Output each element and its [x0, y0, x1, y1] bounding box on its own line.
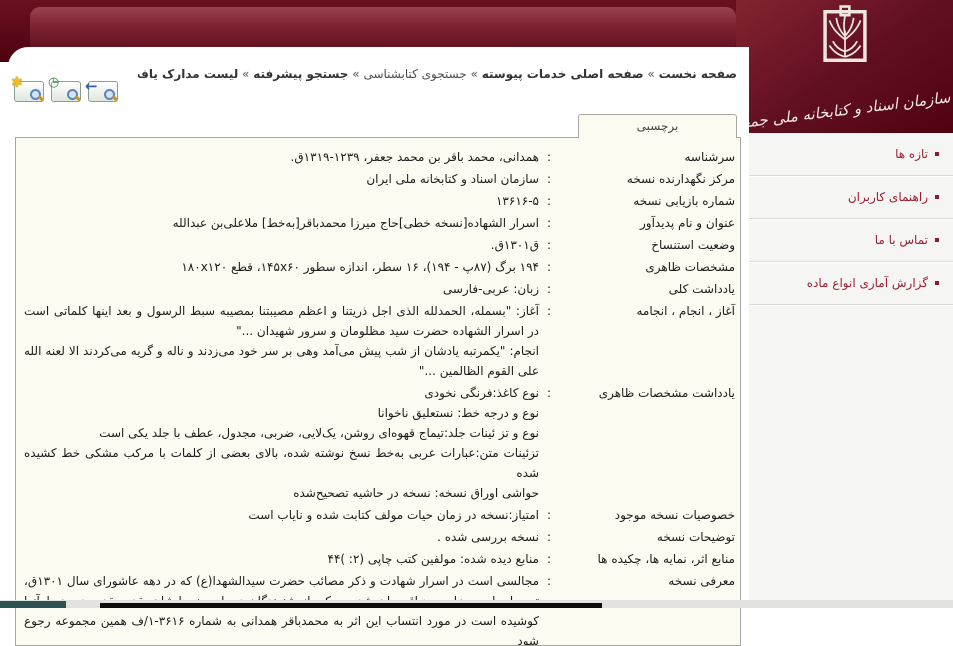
sidebar-item[interactable]: تازه ها [749, 133, 953, 176]
field-colon: : [546, 172, 552, 186]
field-value: همدانی، محمد باقر بن محمد جعفر، ۱۲۳۹-۱۳۱… [290, 150, 539, 164]
field-value: نوع کاغذ:فرنگی نخودی نوع و درجه خط: نستع… [24, 386, 539, 500]
magnifier-icon [67, 89, 78, 100]
field-label: عنوان و نام پدیدآور [640, 216, 735, 230]
magnifier-icon [30, 89, 41, 100]
record-row: خصوصیات نسخه موجود: امتیاز:نسخه در زمان ح… [22, 504, 737, 526]
breadcrumb-separator: » [238, 67, 254, 81]
field-colon: : [546, 304, 552, 318]
breadcrumb-item[interactable]: جستجوی کتابشناسی [363, 67, 466, 81]
back-arrow-icon: ← [85, 77, 98, 95]
breadcrumb-separator: » [348, 67, 364, 81]
new-search-button[interactable]: ✱ [11, 76, 44, 102]
record-table-body: سرشناسه: همدانی، محمد باقر بن محمد جعفر، … [22, 146, 737, 646]
field-value: سازمان اسناد و کتابخانه ملی ایران [366, 172, 539, 186]
field-label: منابع اثر، نمایه ها، چکیده ها [597, 552, 735, 566]
field-value: ۱۳۶۱۶-۵ [495, 194, 539, 208]
magnifier-icon [104, 89, 115, 100]
field-colon: : [546, 552, 552, 566]
tab-labeled-view[interactable]: برچسبی [578, 114, 737, 138]
sidebar-item[interactable]: تماس با ما [749, 219, 953, 262]
record-row: سرشناسه: همدانی، محمد باقر بن محمد جعفر، … [22, 146, 737, 168]
field-value: زبان: عربی-فارسی [442, 282, 539, 296]
field-label: خصوصیات نسخه موجود [614, 508, 735, 522]
field-colon: : [546, 150, 552, 164]
field-label: توضیحات نسخه [656, 530, 735, 544]
content-panel: صفحه نخست » صفحه اصلی خدمات پیوسته » جست… [8, 47, 749, 646]
field-label: آغاز ، انجام ، انجامه [636, 304, 735, 318]
breadcrumb: صفحه نخست » صفحه اصلی خدمات پیوسته » جست… [138, 67, 737, 81]
breadcrumb-item[interactable]: جستجو پیشرفته [253, 67, 348, 81]
national-library-logo-block: سازمان اسناد و کتابخانه ملی جمهوری اسلام… [736, 0, 953, 133]
sidebar-item[interactable]: گزارش آماری انواع ماده [749, 262, 953, 305]
record-row: معرفی نسخه: مجالسی است در اسرار شهادت و ذ… [22, 570, 737, 646]
field-label: مشخصات ظاهری [645, 260, 735, 274]
bullet-icon [935, 238, 939, 242]
breadcrumb-item[interactable]: لیست مدارک یافت شده [138, 67, 238, 81]
field-label: وضعیت استنساخ [651, 238, 735, 252]
field-value: مجالسی است در اسرار شهادت و ذکر مصائب حض… [24, 574, 539, 646]
sidebar-item[interactable]: راهنمای کاربران [749, 176, 953, 219]
record-row: وضعیت استنساخ: ق۱۳۰۱ق. [22, 234, 737, 256]
sidebar-item-label: تماس با ما [874, 233, 928, 247]
field-value: منابع دیده شده: مولفین کتب چاپی (۲: )۴۴ [327, 552, 540, 566]
record-row: شماره بازیابی نسخه:۱۳۶۱۶-۵ [22, 190, 737, 212]
record-detail-box: سرشناسه: همدانی، محمد باقر بن محمد جعفر، … [15, 137, 741, 646]
field-value: اسرار الشهاده[نسخه خطی]حاج میرزا محمدباق… [172, 216, 539, 230]
record-row: مرکز نگهدارنده نسخه: سازمان اسناد و کتابخ… [22, 168, 737, 190]
field-colon: : [546, 216, 552, 230]
sidebar-item-label: گزارش آماری انواع ماده [806, 276, 928, 290]
toolbar: ✱ ◷ ← [11, 76, 118, 102]
bottom-strip [0, 600, 953, 608]
record-row: عنوان و نام پدیدآور: اسرار الشهاده[نسخه خ… [22, 212, 737, 234]
bullet-icon [935, 281, 939, 285]
breadcrumb-item[interactable]: صفحه نخست [659, 67, 737, 81]
record-row: مشخصات ظاهری:۱۹۴ برگ (۸۷پ - ۱۹۴)، ۱۶ سطر… [22, 256, 737, 278]
field-colon: : [546, 386, 552, 400]
field-label: شماره بازیابی نسخه [633, 194, 735, 208]
breadcrumb-separator: » [466, 67, 482, 81]
bullet-icon [935, 152, 939, 156]
field-colon: : [546, 260, 552, 274]
field-colon: : [546, 238, 552, 252]
back-to-results-button[interactable]: ← [85, 77, 118, 102]
national-library-emblem-icon [822, 5, 867, 62]
bottom-scrollbar[interactable] [100, 603, 602, 608]
field-value: آغاز: "بسمله، الحمدلله الذی اجل ذریتنا و… [24, 304, 539, 378]
record-table: سرشناسه: همدانی، محمد باقر بن محمد جعفر، … [22, 146, 737, 646]
logo-caption: سازمان اسناد و کتابخانه ملی جمهوری اسلام… [739, 88, 952, 132]
record-row: آغاز ، انجام ، انجامه: آغاز: "بسمله، الحم… [22, 300, 737, 382]
record-row: منابع اثر، نمایه ها، چکیده ها: منابع دیده… [22, 548, 737, 570]
bullet-icon [935, 195, 939, 199]
field-colon: : [546, 530, 552, 544]
search-history-button[interactable]: ◷ [48, 76, 81, 102]
field-label: مرکز نگهدارنده نسخه [626, 172, 735, 186]
sidebar-item-label: راهنمای کاربران [847, 190, 928, 204]
field-colon: : [546, 282, 552, 296]
record-row: یادداشت کلی: زبان: عربی-فارسی [22, 278, 737, 300]
field-value: ق۱۳۰۱ق. [490, 238, 539, 252]
bottom-teal-block [0, 601, 66, 608]
sidebar-menu: تازه ها راهنمای کاربران تماس با ما گزارش آم… [749, 133, 953, 608]
record-row: یادداشت مشخصات ظاهری: نوع کاغذ:فرنگی نخود… [22, 382, 737, 504]
field-colon: : [546, 508, 552, 522]
sidebar-item-label: تازه ها [895, 147, 928, 161]
field-label: یادداشت کلی [668, 282, 735, 296]
field-colon: : [546, 194, 552, 208]
star-icon: ✱ [11, 75, 23, 91]
field-value: نسخه بررسی شده . [437, 530, 539, 544]
breadcrumb-item[interactable]: صفحه اصلی خدمات پیوسته [482, 67, 644, 81]
record-row: توضیحات نسخه: نسخه بررسی شده . [22, 526, 737, 548]
field-colon: : [546, 574, 552, 588]
breadcrumb-separator: » [643, 67, 659, 81]
clock-icon: ◷ [48, 75, 60, 90]
field-label: یادداشت مشخصات ظاهری [598, 386, 735, 400]
field-label: سرشناسه [684, 150, 736, 164]
field-label: معرفی نسخه [668, 574, 735, 588]
field-value: امتیاز:نسخه در زمان حیات مولف کتابت شده … [248, 508, 539, 522]
field-value: ۱۹۴ برگ (۸۷پ - ۱۹۴)، ۱۶ سطر، اندازه سطور… [181, 260, 539, 274]
